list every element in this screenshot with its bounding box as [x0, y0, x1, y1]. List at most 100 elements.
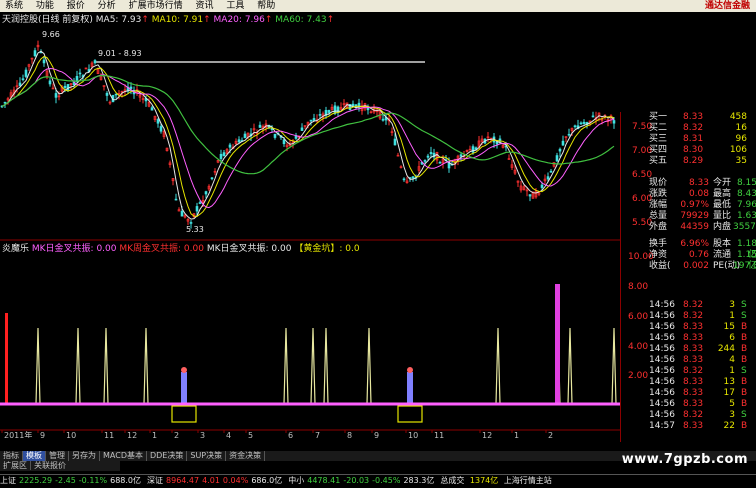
bid-row[interactable]: 买一 8.33 458 — [621, 112, 756, 123]
candle — [561, 135, 565, 146]
magenta-bar — [555, 284, 560, 404]
stat-label: 外盘 — [649, 222, 668, 232]
menu-news[interactable]: 资讯 — [190, 0, 218, 12]
indicator-tab[interactable]: SUP决策 — [187, 451, 227, 461]
candle — [510, 159, 514, 171]
ma5-value: 7.93 — [121, 15, 142, 25]
menu-help[interactable]: 帮助 — [252, 0, 280, 12]
tick-price: 8.33 — [683, 333, 704, 343]
index-value: 2225.29 — [19, 476, 53, 485]
tick-time: 14:56 — [649, 355, 675, 365]
candle — [399, 165, 403, 169]
tick-volume: 3 — [729, 410, 735, 420]
tick-price: 8.33 — [683, 399, 704, 409]
menu-system[interactable]: 系统 — [0, 0, 28, 12]
index-quote[interactable]: 深证 8964.47 4.01 0.04% 686.0亿 — [147, 476, 285, 485]
bid-row[interactable]: 买五 8.29 35 — [621, 156, 756, 167]
indicator-tab[interactable]: 资金决策 — [226, 451, 266, 461]
bid-price: 8.30 — [683, 145, 704, 155]
stat-row: 外盘 44359 内盘35570 — [621, 222, 756, 233]
candle — [486, 131, 490, 143]
tick-price: 8.33 — [683, 377, 704, 387]
menu-function[interactable]: 功能 — [31, 0, 59, 12]
tab-extension-area[interactable]: 扩展区 — [0, 461, 31, 470]
bid-price: 8.33 — [683, 112, 704, 122]
date-tick: 2 — [548, 431, 553, 438]
tick-side: S — [741, 410, 747, 420]
candle — [606, 118, 610, 127]
candle — [390, 127, 394, 136]
stat-label: 涨幅 — [649, 200, 668, 210]
candle — [591, 111, 595, 118]
tick-row: 14:56 8.32 1 S — [621, 311, 756, 322]
index-change: -2.45 — [55, 476, 76, 485]
date-tick: 3 — [200, 431, 205, 438]
range-annotation: 9.01 - 8.93 — [98, 49, 142, 58]
candle — [21, 74, 25, 82]
candle — [507, 154, 511, 160]
tick-volume: 1 — [729, 311, 735, 321]
candle — [465, 149, 469, 153]
candle — [315, 114, 319, 123]
chart-canvas[interactable]: 9.66 9.01 - 8.93 5.33 2011年 9 10 11 12 1 2 3 4 5 6… — [0, 26, 620, 438]
signal-spike — [143, 327, 149, 405]
tick-time: 14:56 — [649, 388, 675, 398]
bid-row[interactable]: 买四 8.30 106 — [621, 145, 756, 156]
stat-label-2: 流通 — [713, 250, 732, 260]
stat-row: 净资 0.76 流通 1.15亿 — [621, 250, 756, 271]
date-tick: 11 — [104, 431, 114, 438]
bid-volume: 458 — [729, 112, 747, 122]
menu-analysis[interactable]: 分析 — [93, 0, 121, 12]
stat-value: 0.08 — [688, 189, 709, 199]
watermark: www.7gpzb.com — [621, 452, 748, 467]
menu-quote[interactable]: 报价 — [62, 0, 90, 12]
date-tick: 12 — [127, 431, 137, 438]
indicator-tab[interactable]: 管理 — [46, 451, 69, 461]
candle — [381, 114, 385, 122]
low-annotation: 5.33 — [186, 225, 204, 234]
indicator-tab[interactable]: 指标 — [0, 451, 23, 461]
signal-spike — [495, 327, 501, 405]
stat-label-2: 最低 — [713, 200, 732, 210]
bid-row[interactable]: 买二 8.32 16 — [621, 123, 756, 134]
tick-time: 14:56 — [649, 366, 675, 376]
tab-related-quote[interactable]: 关联报价 — [31, 461, 69, 470]
stat-value-2: 8.43 — [736, 189, 756, 199]
candle — [303, 125, 307, 130]
date-tick: 2 — [174, 431, 179, 438]
tick-price: 8.33 — [683, 421, 704, 431]
stat-row: 涨幅 0.97% 最低 7.96 — [621, 200, 756, 211]
bid-row[interactable]: 买三 8.31 96 — [621, 134, 756, 145]
bid-volume: 35 — [735, 156, 747, 166]
total-turnover: 总成交 1374亿 上海行情主站 — [440, 476, 554, 485]
stat-label: 涨跌 — [649, 189, 668, 199]
tick-side: B — [741, 421, 748, 431]
candle — [468, 145, 472, 151]
indicator-tab[interactable]: 模板 — [23, 451, 46, 461]
extension-tabs: 扩展区 关联报价 — [0, 461, 120, 471]
candle — [177, 207, 181, 212]
tick-row: 14:56 8.33 6 B — [621, 333, 756, 344]
signal-spike — [567, 327, 573, 405]
stat-row: 换手 6.96% 股本 1.18亿 — [621, 239, 756, 260]
ma20-value: 7.96 — [244, 15, 265, 25]
tick-time: 14:56 — [649, 333, 675, 343]
tick-volume: 5 — [729, 399, 735, 409]
indicator-tab[interactable]: MACD基本 — [100, 451, 147, 461]
candle — [237, 136, 241, 144]
indicator-tab[interactable]: DDE决策 — [147, 451, 188, 461]
indicator-tab[interactable]: 另存为 — [69, 451, 100, 461]
tick-side: S — [741, 366, 747, 376]
quote-panel: 买一 8.33 458 买二 8.32 16 买三 8.31 96 买四 8.30 106 买五 8.29… — [620, 112, 756, 442]
tick-price: 8.32 — [683, 300, 704, 310]
stat-row: 总量 79929 量比 1.63 — [621, 211, 756, 222]
indicator-header: 炎魔乐 MK日金叉共振: 0.00 MK周金叉共振: 0.00 MK日金叉共振:… — [2, 243, 360, 255]
signal-spike — [75, 327, 81, 405]
menu-extended-market[interactable]: 扩展市场行情 — [124, 0, 188, 12]
index-quote[interactable]: 上证 2225.29 -2.45 -0.11% 688.0亿 — [0, 476, 144, 485]
high-annotation: 9.66 — [42, 30, 60, 39]
signal-spike — [283, 327, 289, 405]
menu-tools[interactable]: 工具 — [221, 0, 249, 12]
server-name: 上海行情主站 — [503, 476, 552, 485]
index-quote[interactable]: 中小 4478.41 -20.03 -0.45% 283.3亿 — [288, 476, 437, 485]
